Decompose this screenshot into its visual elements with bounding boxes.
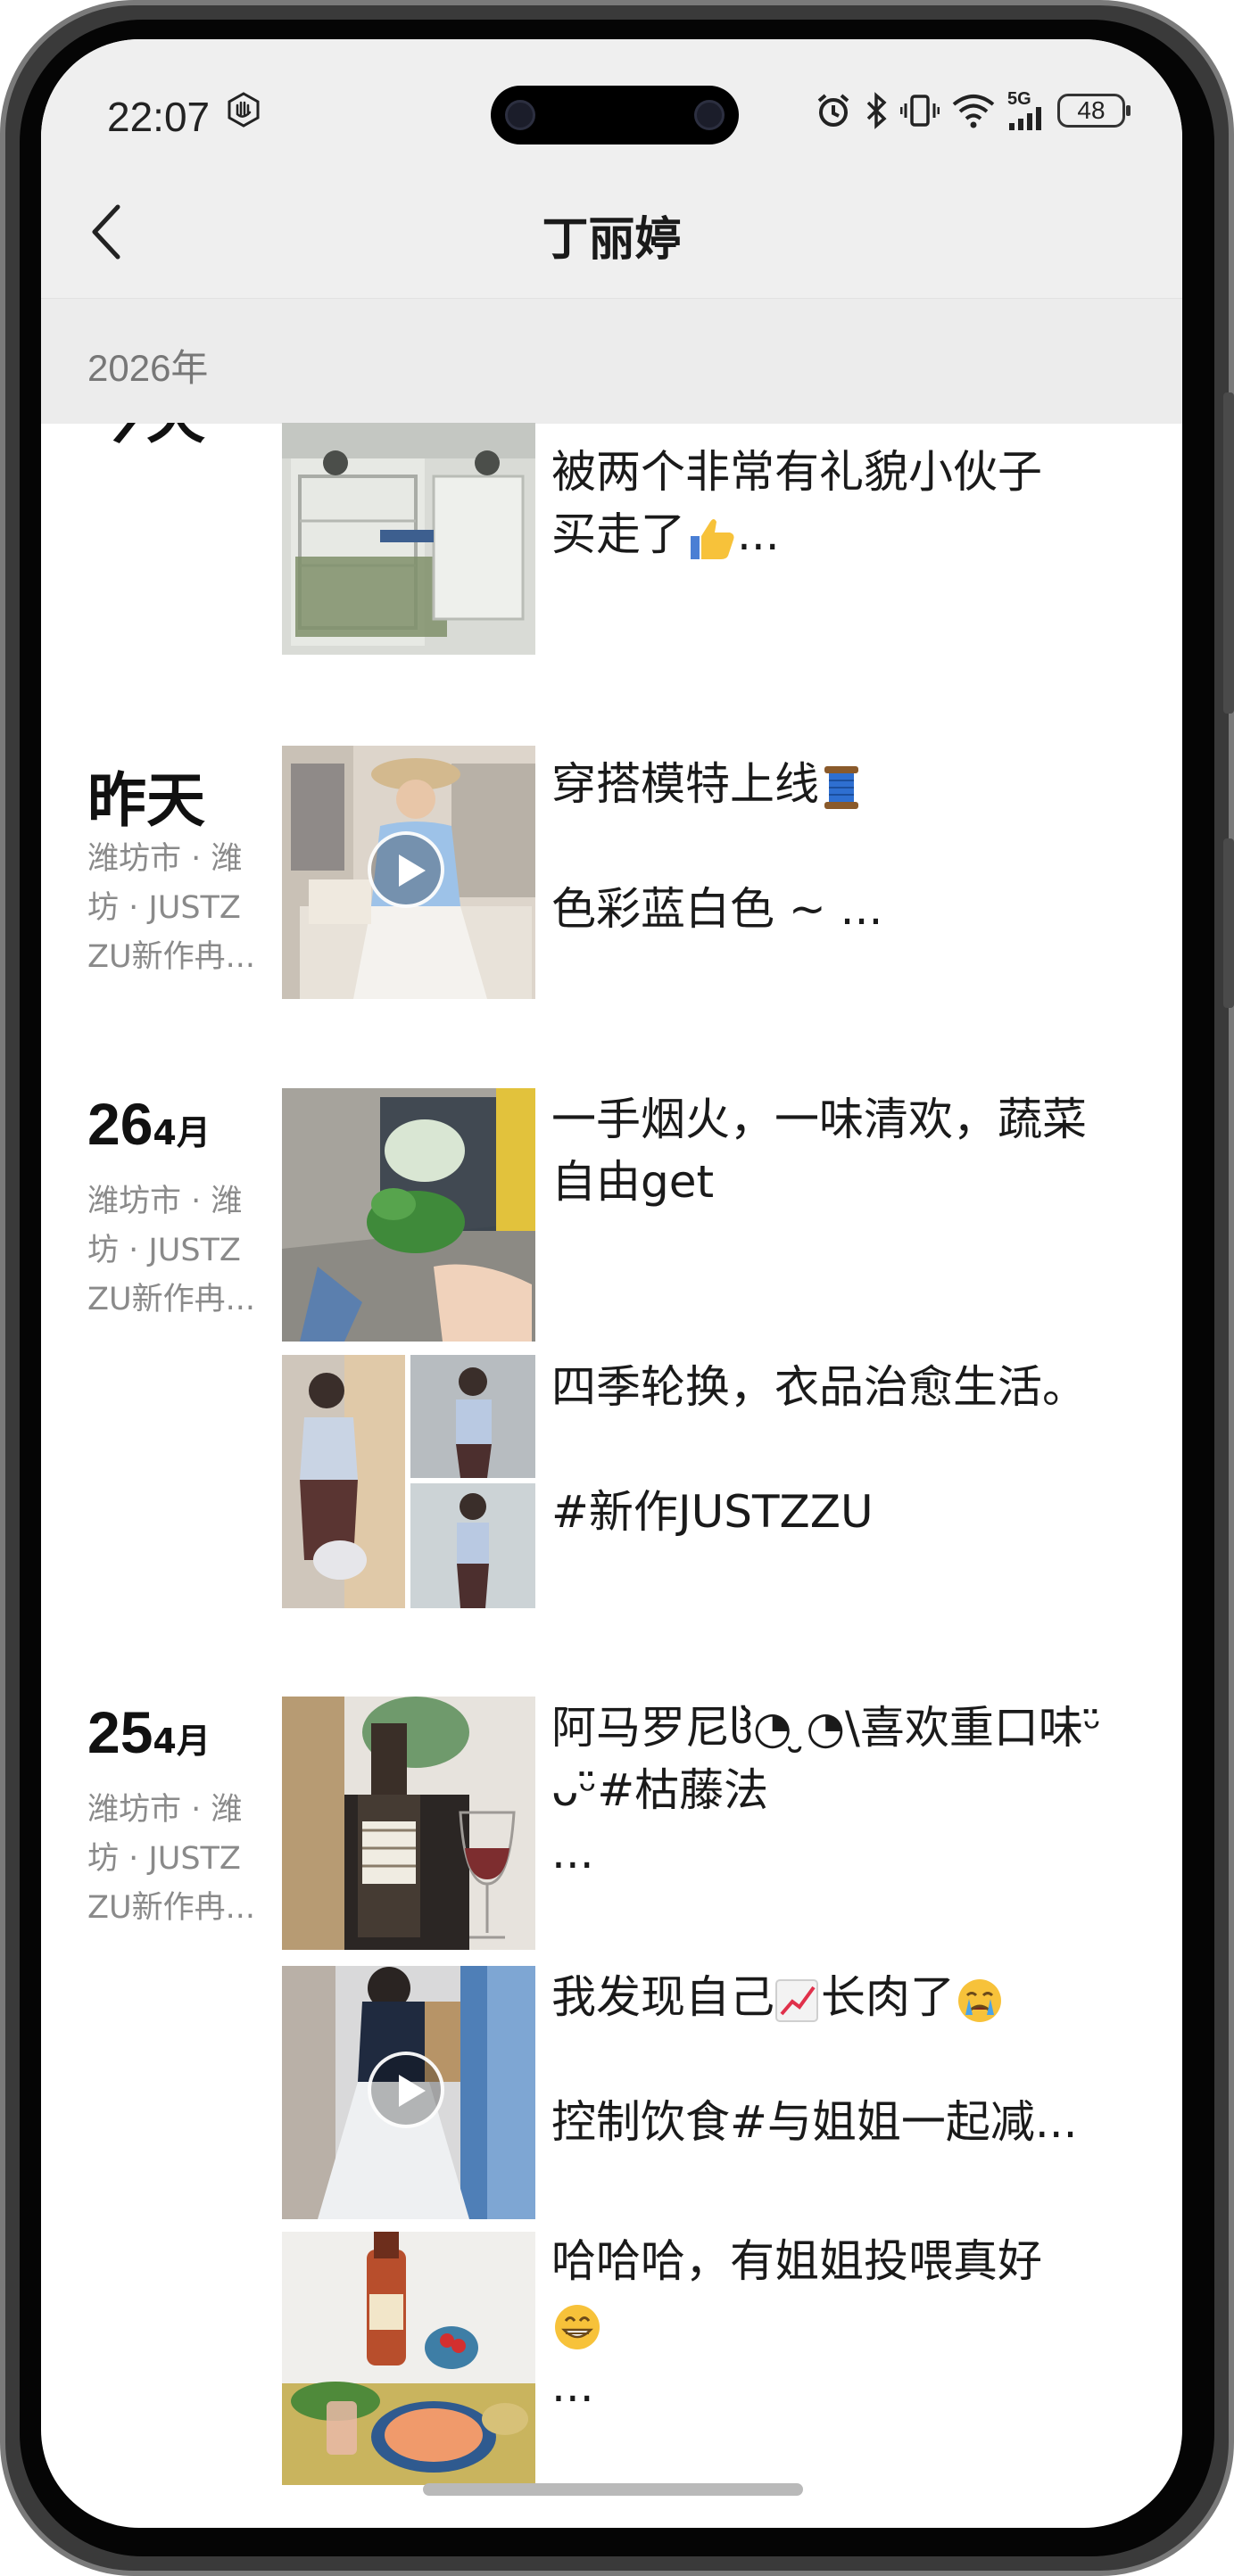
post-thumbnail[interactable] [282, 1088, 535, 1342]
post-text-line: ... [551, 2360, 594, 2412]
post-thumbnail[interactable] [282, 1697, 535, 1950]
post-text-line: 买走了... [551, 503, 1140, 566]
bluetooth-icon [866, 92, 887, 129]
home-indicator[interactable] [423, 2483, 803, 2496]
date-label: 今天 [87, 423, 205, 455]
post-text-line: 被两个非常有礼貌小伙子 [551, 446, 1042, 498]
location-line: 坊 · JUSTZ [87, 890, 241, 926]
power-button [1223, 838, 1234, 1008]
post-text-line: 色彩蓝白色 ~ ... [551, 883, 883, 935]
location-line: 坊 · JUSTZ [87, 1233, 241, 1268]
location-label: 潍坊市 · 潍 坊 · JUSTZ ZU新作冉... [87, 1177, 266, 1325]
post-text-line: 阿马罗尼ჱ̒◔ ̮◔\喜欢重口味ᵕ̈ [551, 1702, 1102, 1754]
date-label: 264月 [87, 1090, 211, 1158]
page-title: 丁丽婷 [542, 213, 682, 267]
shopping-cart-photo [282, 423, 535, 655]
location-line: ZU新作冉... [87, 1282, 255, 1317]
post-text-fragment: 穿搭模特上线 [551, 758, 819, 810]
grinning-face-icon [555, 2304, 600, 2349]
post-text-line: 穿搭模特上线 [551, 753, 1140, 815]
volume-button [1223, 392, 1234, 714]
post-text-fragment: 买走了 [551, 508, 685, 560]
post-text-fragment: 我发现自己 [551, 1971, 774, 2023]
video-thumbnail[interactable] [282, 1966, 535, 2219]
post-text[interactable]: 我发现自己 长肉了 控制饮食#与姐姐一起减... [551, 1966, 1140, 2153]
timeline-feed[interactable]: 今天 被两个非常有礼貌小伙子 买走了... 昨天 潍坊市 · 潍 [41, 423, 1182, 2528]
location-label: 潍坊市 · 潍 坊 · JUSTZ ZU新作冉... [87, 835, 266, 982]
post-text-line [551, 1418, 1140, 1481]
battery-level: 48 [1077, 96, 1106, 124]
header-area: 22:07 5G 48 丁丽婷 2026年 [41, 39, 1182, 424]
date-day: 25 [87, 1699, 153, 1765]
vibrate-icon [900, 95, 940, 127]
hand-icon [228, 92, 260, 128]
chart-increasing-icon [775, 1978, 818, 2022]
video-thumbnail[interactable] [282, 746, 535, 999]
food-table-photo [282, 2232, 535, 2485]
post-text-line: 四季轮换，衣品治愈生活。 [551, 1361, 1087, 1413]
post-text-line: 哈哈哈，有姐姐投喂真好 [551, 2235, 1042, 2287]
location-line: 潍坊市 · 潍 [87, 1184, 243, 1219]
photo-collage [282, 1355, 535, 1608]
post-text[interactable]: 四季轮换，衣品治愈生活。 #新作JUSTZZU [551, 1356, 1140, 1543]
year-label: 2026年 [87, 347, 209, 389]
post-text-line: 我发现自己 长肉了 [551, 1966, 1140, 2028]
wine-bottle-photo [282, 1697, 535, 1950]
cellular-signal-icon: 5G [1007, 89, 1047, 130]
location-line: ZU新作冉... [87, 939, 255, 975]
network-type: 5G [1007, 89, 1031, 109]
play-icon [368, 2052, 444, 2128]
alarm-icon [817, 94, 849, 127]
camera-icon [505, 100, 535, 130]
location-line: 潍坊市 · 潍 [87, 1792, 243, 1828]
post-text-line: 自由get [551, 1156, 715, 1208]
post-text[interactable]: 阿马罗尼ჱ̒◔ ̮◔\喜欢重口味ᵕ̈ ᴗᵕ̈#枯藤法 ... [551, 1697, 1140, 1884]
post-text-line: #新作JUSTZZU [551, 1486, 874, 1538]
post-text-more: ... [737, 508, 780, 560]
post-text-fragment: 长肉了 [821, 1971, 955, 2023]
post-text[interactable]: 哈哈哈，有姐姐投喂真好 ... [551, 2230, 1140, 2417]
thumbs-up-icon [691, 518, 734, 559]
post-text-line: ᴗᵕ̈#枯藤法 [551, 1764, 769, 1816]
post-thumbnail[interactable] [282, 423, 535, 655]
post-text[interactable]: 被两个非常有礼貌小伙子 买走了... [551, 441, 1140, 566]
status-icons: 5G 48 [815, 86, 1130, 136]
location-line: ZU新作冉... [87, 1890, 255, 1926]
location-line: 潍坊市 · 潍 [87, 841, 243, 877]
camera-icon [694, 100, 725, 130]
post-text-line [551, 2292, 1140, 2355]
vegetable-cart-photo [282, 1088, 535, 1342]
location-label: 潍坊市 · 潍 坊 · JUSTZ ZU新作冉... [87, 1786, 266, 1933]
post-text-line: 一手烟火，一味清欢，蔬菜 [551, 1094, 1087, 1145]
screen: 22:07 5G 48 丁丽婷 2026年 被两个非常有礼貌小伙子 买走了 ..… [41, 39, 1182, 2528]
wifi-icon [952, 95, 995, 128]
post-text-line: ... [551, 1827, 594, 1878]
year-header: 2026年 [41, 298, 1182, 424]
location-line: 坊 · JUSTZ [87, 1841, 241, 1877]
post-thumbnail[interactable] [282, 2232, 535, 2485]
status-time: 22:07 [107, 94, 211, 140]
date-day: 26 [87, 1091, 153, 1157]
date-label: 254月 [87, 1698, 211, 1766]
date-month: 4月 [153, 1721, 211, 1761]
post-text-spacer [551, 2028, 1140, 2091]
post-thumbnail[interactable] [282, 1355, 535, 1608]
date-month: 4月 [153, 1113, 211, 1152]
post-text[interactable]: 一手烟火，一味清欢，蔬菜 自由get [551, 1088, 1140, 1213]
play-icon [368, 831, 444, 908]
battery-icon: 48 [1057, 94, 1130, 128]
post-text-line: 控制饮食#与姐姐一起减... [551, 2096, 1078, 2148]
spool-icon [824, 765, 858, 809]
signal-bars-icon [1009, 107, 1041, 130]
dynamic-island [491, 86, 739, 144]
date-label: 昨天 [87, 766, 205, 835]
crying-face-icon [958, 1978, 1001, 2022]
post-text[interactable]: 穿搭模特上线 色彩蓝白色 ~ ... [551, 753, 1140, 940]
post-text-line [551, 815, 1140, 878]
